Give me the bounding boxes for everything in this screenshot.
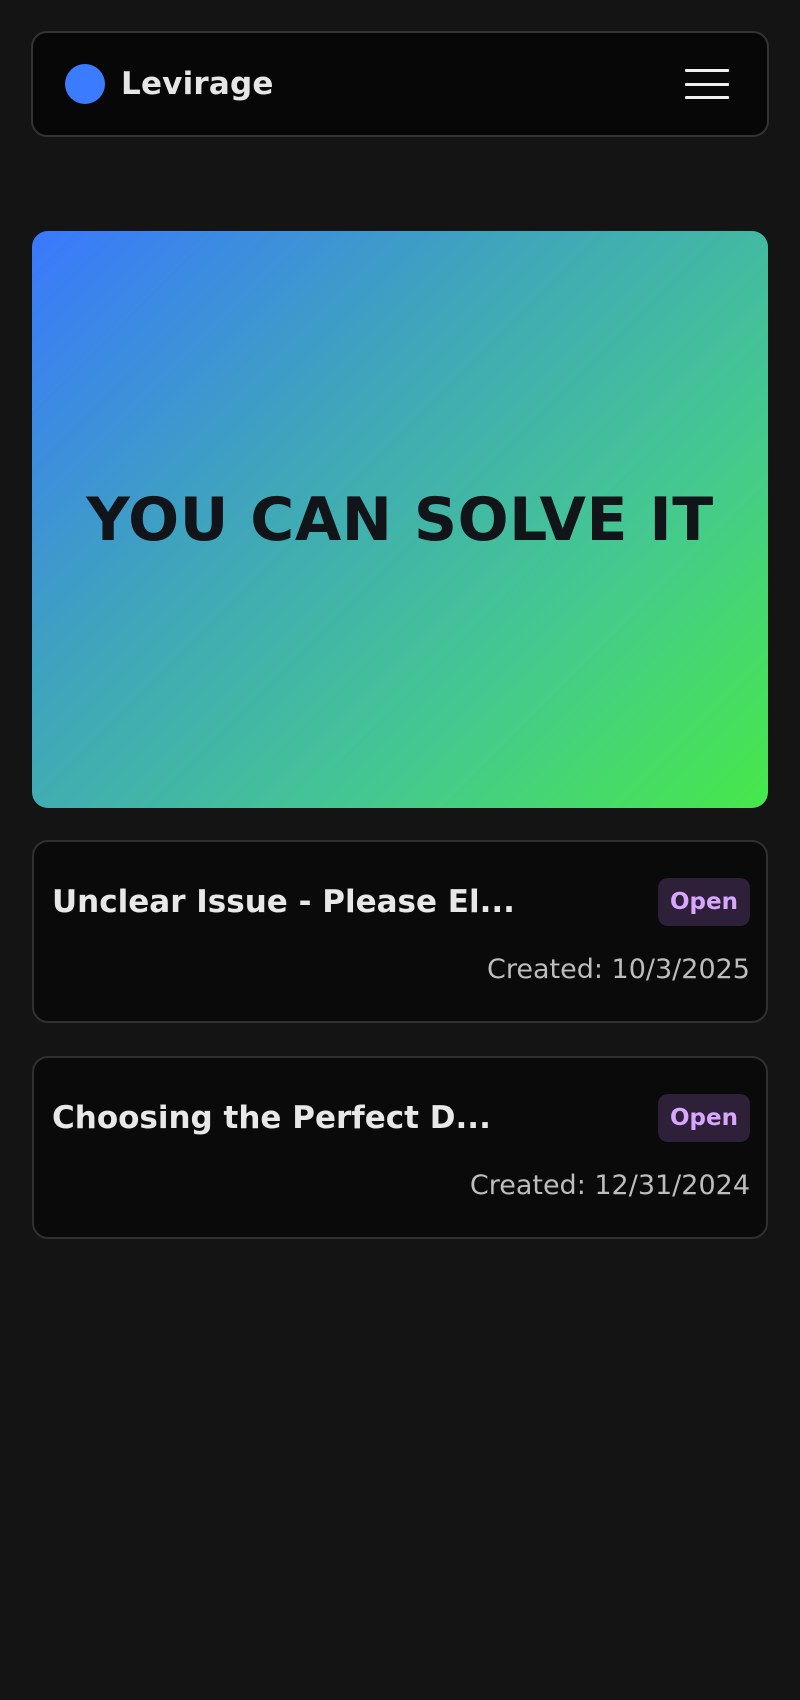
created-date: Created: 10/3/2025 — [487, 954, 750, 985]
issue-title: Unclear Issue - Please El... — [52, 884, 515, 920]
issue-card[interactable]: Unclear Issue - Please El... Open Create… — [32, 840, 768, 1023]
menu-bar-line — [685, 69, 729, 72]
issue-title: Choosing the Perfect D... — [52, 1100, 491, 1136]
hero-banner: YOU CAN SOLVE IT — [32, 231, 768, 808]
hero-title: YOU CAN SOLVE IT — [86, 484, 714, 555]
status-badge: Open — [658, 878, 750, 926]
top-navbar: Levirage — [31, 31, 769, 137]
status-badge: Open — [658, 1094, 750, 1142]
logo-circle-icon — [65, 64, 105, 104]
brand-name: Levirage — [121, 66, 274, 102]
menu-bar-line — [685, 82, 729, 86]
created-date: Created: 12/31/2024 — [469, 1170, 750, 1201]
menu-bar-line — [685, 96, 729, 99]
hamburger-menu-icon[interactable] — [685, 67, 729, 101]
issue-card[interactable]: Choosing the Perfect D... Open Created: … — [32, 1056, 768, 1239]
brand[interactable]: Levirage — [65, 64, 274, 104]
